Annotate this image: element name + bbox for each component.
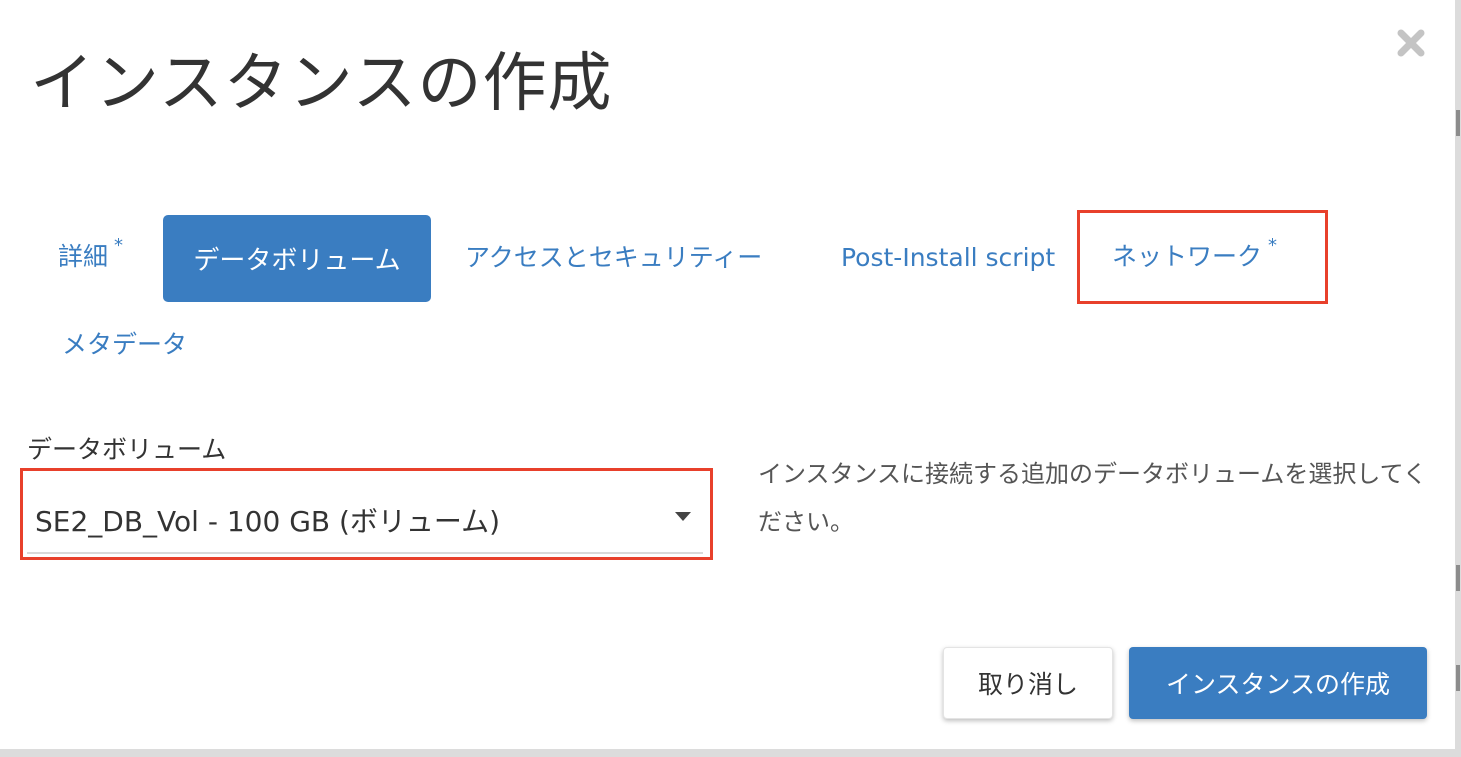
cancel-button-label: 取り消し [977, 670, 1078, 699]
tab-label: データボリューム [193, 246, 401, 276]
close-icon [1397, 29, 1425, 57]
tab-metadata[interactable]: メタデータ [62, 332, 187, 357]
data-volume-help-text: インスタンスに接続する追加のデータボリュームを選択してください。 [758, 460, 1427, 536]
tab-data-volume[interactable]: データボリューム [163, 215, 431, 302]
tab-details[interactable]: 詳細 * [58, 237, 123, 271]
tab-label: Post-Install script [841, 243, 1056, 272]
tab-access-security[interactable]: アクセスとセキュリティー [465, 245, 762, 270]
create-instance-button-label: インスタンスの作成 [1165, 670, 1390, 699]
tab-label: アクセスとセキュリティー [465, 243, 763, 272]
tab-label: メタデータ [62, 330, 188, 359]
backdrop-fragment [1456, 565, 1460, 591]
backdrop-fragment [1456, 665, 1460, 691]
cancel-button[interactable]: 取り消し [943, 647, 1113, 719]
close-button[interactable] [1396, 28, 1426, 58]
modal-title: インスタンスの作成 [30, 47, 613, 121]
tab-post-install-script[interactable]: Post-Install script [841, 245, 1055, 270]
create-instance-button[interactable]: インスタンスの作成 [1129, 647, 1427, 719]
annotation-highlight-network [1077, 210, 1328, 304]
tab-label: 詳細 [58, 242, 109, 271]
create-instance-modal: インスタンスの作成 詳細 * データボリューム アクセスとセキュリティー Post… [0, 0, 1461, 757]
backdrop-edge-bottom [0, 749, 1461, 757]
annotation-highlight-select [20, 468, 713, 560]
data-volume-field-label: データボリューム [27, 435, 227, 464]
required-marker: * [114, 235, 124, 256]
backdrop-edge-right [1455, 0, 1461, 757]
backdrop-fragment [1456, 110, 1460, 136]
